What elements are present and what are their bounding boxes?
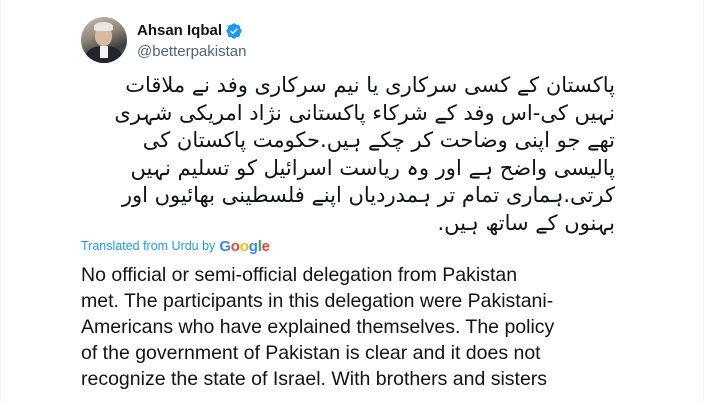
english-line: of the government of Pakistan is clear a… (81, 342, 541, 364)
author-avatar[interactable] (81, 17, 127, 63)
translation-attribution[interactable]: Translated from Urdu by Google (81, 237, 270, 255)
urdu-line: کرتی.ہماری تمام تر ہمدردیاں اپنے فلسطینی… (121, 183, 615, 207)
urdu-line: پالیسی واضح ہے اور وہ ریاست اسرائیل کو ت… (130, 155, 615, 180)
urdu-line: بہنوں کے ساتھ ہیں. (437, 210, 616, 235)
tweet-text-urdu: پاکستان کے کسی سرکاری یا نیم سرکاری وفد … (81, 72, 615, 237)
author-handle[interactable]: @betterpakistan (137, 43, 246, 60)
avatar-hair (94, 22, 113, 31)
urdu-line: پاکستان کے کسی سرکاری یا نیم سرکاری وفد … (125, 73, 615, 97)
display-name-row: Ahsan Iqbal (137, 21, 246, 41)
urdu-line: تھے جو اپنی وضاحت کر چکے ہیں.حکومت پاکست… (142, 128, 615, 152)
english-line: met. The participants in this delegation… (81, 290, 554, 312)
tweet-card: Ahsan Iqbal @betterpakistan پاکستان کے ک… (0, 0, 704, 402)
urdu-line: نہیں کی-اس وفد کے شرکاء پاکستانی نژاد ام… (114, 100, 615, 125)
avatar-collar (100, 46, 108, 58)
author-names: Ahsan Iqbal @betterpakistan (137, 21, 246, 60)
tweet-text-english: No official or semi-official delegation … (81, 262, 641, 392)
verified-badge-icon (225, 22, 243, 40)
author-display-name[interactable]: Ahsan Iqbal (137, 22, 222, 39)
english-line: Americans who have explained themselves.… (81, 316, 555, 338)
english-line: recognize the state of Israel. With brot… (81, 368, 548, 390)
translation-prefix: Translated from Urdu by (81, 239, 216, 253)
tweet-header: Ahsan Iqbal @betterpakistan (81, 14, 641, 66)
google-logo: Google (219, 237, 270, 255)
english-line: No official or semi-official delegation … (81, 264, 518, 286)
